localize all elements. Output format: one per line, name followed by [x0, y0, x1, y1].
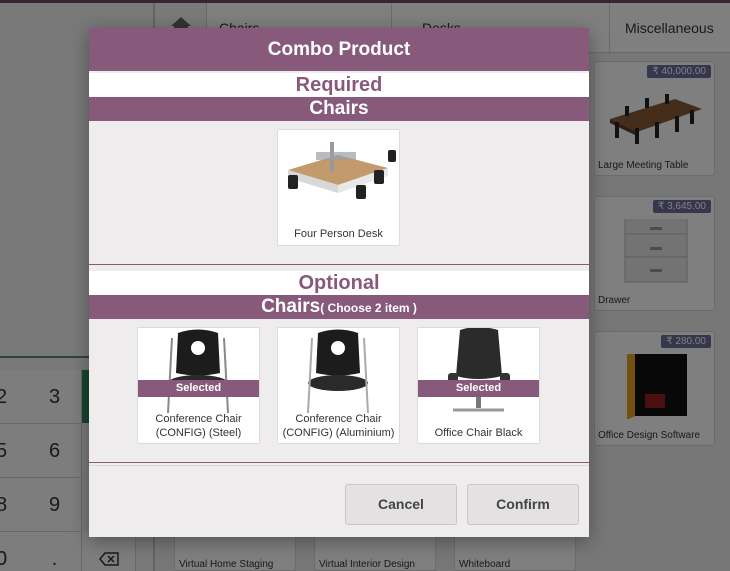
combo-item-four-person-desk[interactable]: Four Person Desk: [277, 129, 400, 246]
optional-category-label: Chairs: [261, 296, 321, 317]
combo-item-name: Office Chair Black: [434, 427, 523, 439]
combo-item-name-line2: (CONFIG) (Steel): [155, 427, 242, 439]
required-heading: Required: [89, 73, 589, 97]
combo-item-name-line1: Conference Chair: [295, 413, 382, 425]
required-category-heading: Chairs: [89, 97, 589, 121]
combo-item-name-line2: (CONFIG) (Aluminium): [282, 427, 395, 439]
dialog-title: Combo Product: [89, 28, 589, 71]
confirm-button[interactable]: Confirm: [467, 484, 579, 525]
optional-heading: Optional: [89, 271, 589, 295]
combo-product-dialog: Combo Product Required Chairs Four Perso…: [89, 28, 589, 537]
conference-chair-aluminium-image: [278, 328, 399, 413]
selected-badge: Selected: [138, 380, 259, 397]
choose-count-note: ( Choose 2 item ): [320, 301, 417, 315]
office-chair-black-image: [418, 328, 539, 413]
selected-badge: Selected: [418, 380, 539, 397]
combo-item-conference-chair-steel[interactable]: Selected Conference Chair (CONFIG) (Stee…: [137, 327, 260, 444]
combo-item-conference-chair-aluminium[interactable]: Conference Chair (CONFIG) (Aluminium): [277, 327, 400, 444]
optional-items-area: Selected Conference Chair (CONFIG) (Stee…: [89, 319, 589, 463]
combo-item-office-chair-black[interactable]: Selected Office Chair Black: [417, 327, 540, 444]
combo-item-name-line1: Conference Chair: [155, 413, 242, 425]
optional-category-heading: Chairs( Choose 2 item ): [89, 295, 589, 319]
four-person-desk-image: [278, 130, 399, 215]
combo-item-name: Four Person Desk: [294, 228, 383, 240]
required-items-area: Four Person Desk: [89, 121, 589, 265]
conference-chair-steel-image: [138, 328, 259, 413]
cancel-button[interactable]: Cancel: [345, 484, 457, 525]
dialog-footer: Cancel Confirm: [89, 465, 589, 537]
